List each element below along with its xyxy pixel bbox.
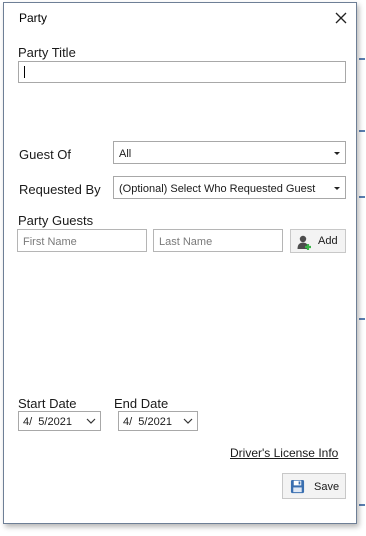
guest-of-value: All <box>119 148 132 160</box>
dropdown-arrow-icon <box>334 152 340 155</box>
first-name-placeholder: First Name <box>23 236 77 248</box>
end-date-label: End Date <box>114 396 169 411</box>
close-button[interactable] <box>332 9 350 27</box>
first-name-input[interactable]: First Name <box>17 229 147 252</box>
last-name-input[interactable]: Last Name <box>153 229 283 252</box>
save-button[interactable]: Save <box>282 473 346 499</box>
text-caret <box>24 66 25 78</box>
chevron-down-icon <box>183 418 193 424</box>
end-date-picker[interactable]: 4/ 5/2021 <box>118 411 198 431</box>
dialog-title: Party <box>19 11 48 25</box>
requested-by-label: Requested By <box>19 182 101 197</box>
add-guest-button[interactable]: Add <box>290 229 346 253</box>
last-name-placeholder: Last Name <box>159 236 213 248</box>
requested-by-select[interactable]: (Optional) Select Who Requested Guest <box>113 176 346 199</box>
background-window-edge <box>358 0 366 536</box>
add-button-label: Add <box>318 235 338 247</box>
party-guests-label: Party Guests <box>18 213 94 228</box>
start-date-label: Start Date <box>18 396 77 411</box>
close-icon <box>335 12 347 24</box>
chevron-down-icon <box>86 418 96 424</box>
add-user-icon <box>297 235 311 250</box>
requested-by-value: (Optional) Select Who Requested Guest <box>119 183 316 195</box>
guest-of-label: Guest Of <box>19 147 72 162</box>
party-dialog: Party Party Title Guest Of All Requested… <box>3 2 357 524</box>
drivers-license-info-link[interactable]: Driver's License Info <box>230 446 338 460</box>
start-date-value: 4/ 5/2021 <box>23 416 72 428</box>
save-icon <box>290 479 305 494</box>
dropdown-arrow-icon <box>334 187 340 190</box>
guest-of-select[interactable]: All <box>113 141 346 164</box>
party-title-label: Party Title <box>18 45 76 60</box>
title-bar: Party <box>4 3 356 33</box>
start-date-picker[interactable]: 4/ 5/2021 <box>18 411 101 431</box>
save-button-label: Save <box>314 481 340 493</box>
party-title-input[interactable] <box>18 61 346 83</box>
end-date-value: 4/ 5/2021 <box>123 416 172 428</box>
